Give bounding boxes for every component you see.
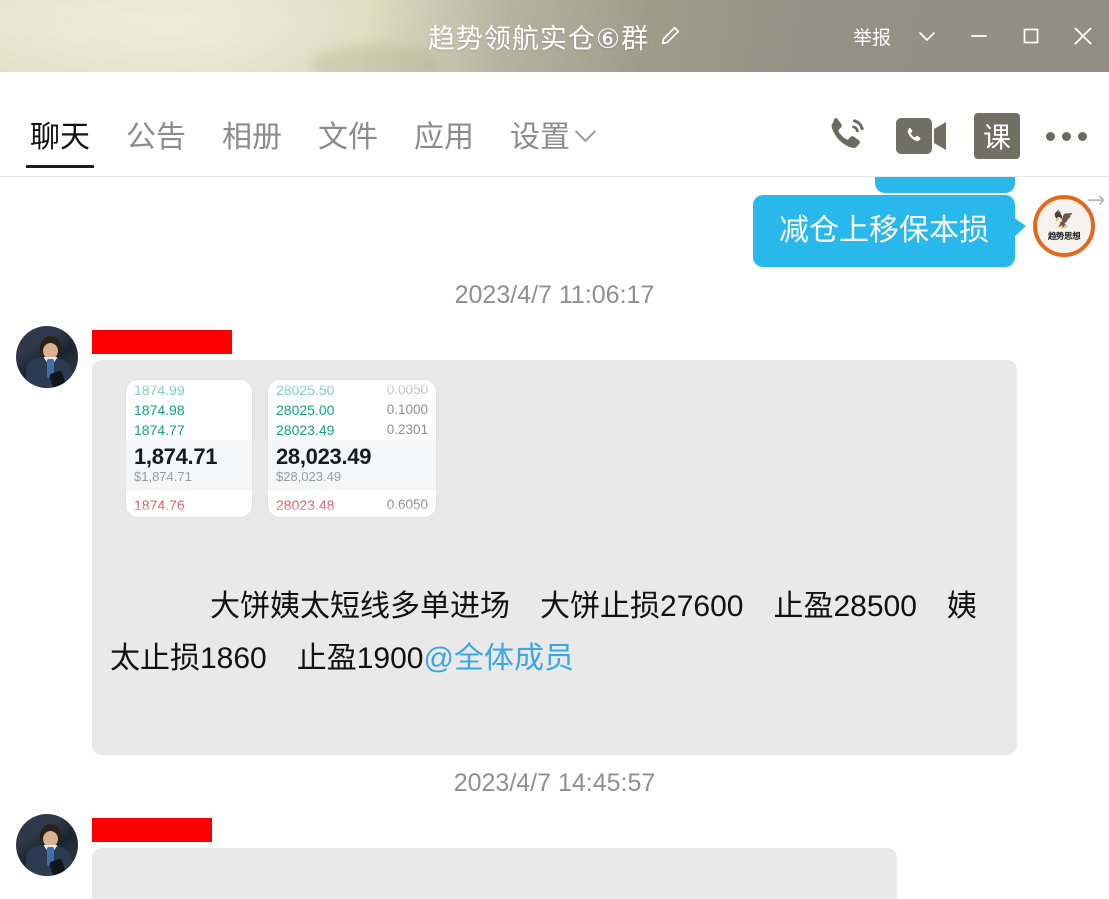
- ask-price: 28025.00: [276, 401, 335, 418]
- pencil-icon[interactable]: [659, 25, 681, 47]
- chat-window: 趋势领航实仓⑥群 举报 聊天 公告 相册 文件 应用 设置 课 ↗ 减仓上移保本…: [0, 0, 1109, 899]
- tab-chat-label: 聊天: [30, 121, 90, 154]
- message-row-incoming: 1874.99 1874.98 1874.77 1,874.71 $1,874.…: [0, 316, 1109, 755]
- orderbook-ask-row: 1874.98: [126, 400, 252, 420]
- tab-chat[interactable]: 聊天: [12, 112, 108, 176]
- minimize-button[interactable]: [953, 0, 1005, 72]
- ask-price: 28023.49: [276, 421, 335, 438]
- bid-price: 1874.76: [134, 496, 185, 513]
- orderbook-bid-row: 1874.76: [126, 495, 252, 515]
- orderbook-card-btc: 28025.50 0.0050 28025.00 0.1000 28023.49…: [268, 379, 436, 517]
- message-row-outgoing: 减仓上移保本损 🦅 趋势思想: [0, 177, 1109, 267]
- tab-apps-label: 应用: [414, 121, 474, 154]
- group-title: 趋势领航实仓⑥群: [427, 23, 650, 54]
- chevron-down-icon[interactable]: [901, 0, 953, 72]
- class-icon[interactable]: 课: [974, 113, 1020, 159]
- orderbook-bid-row: 28023.33 0.0680: [268, 515, 436, 517]
- message-bubble-incoming[interactable]: 大家姨太再1860补仓 止损带再1845一线 止盈不变@全体成员: [92, 847, 897, 899]
- orderbook-mid-price-block: 28,023.49 $28,023.49: [268, 439, 436, 490]
- titlebar-texture: [310, 44, 441, 72]
- avatar-logo: 🦅 趋势思想: [1037, 199, 1091, 253]
- mid-price-usd: $28,023.49: [276, 468, 342, 484]
- window-controls: 举报: [843, 0, 1109, 72]
- dot: [1078, 131, 1087, 141]
- orderbook-ask-row: 1874.99: [126, 380, 252, 400]
- mid-price: 28,023.49: [276, 443, 372, 469]
- report-button[interactable]: 举报: [843, 23, 901, 50]
- orderbook-bid-row: 28023.48 0.6050: [268, 495, 436, 515]
- timestamp-divider: 2023/4/7 14:45:57: [453, 768, 656, 797]
- avatar-photo-part: [43, 342, 58, 359]
- tab-files-label: 文件: [318, 121, 378, 154]
- sender-name-redacted: [92, 817, 212, 842]
- more-options-icon[interactable]: [1046, 131, 1087, 141]
- nav-bar: 聊天 公告 相册 文件 应用 设置 课: [0, 72, 1109, 177]
- orderbook-ask-row: 28023.49 0.2301: [268, 420, 436, 440]
- tab-album-label: 相册: [222, 121, 282, 154]
- tab-album[interactable]: 相册: [204, 112, 300, 176]
- ask-price: 1874.77: [134, 421, 185, 438]
- maximize-button[interactable]: [1005, 0, 1057, 72]
- message-text-block: 大饼姨太短线多单进场 大饼止损27600 止盈28500 姨太止损1860 止盈…: [110, 529, 999, 737]
- avatar-self[interactable]: 🦅 趋势思想: [1033, 195, 1095, 257]
- eagle-icon: 🦅: [1053, 209, 1075, 229]
- orderbook-ask-row: 1874.77: [126, 420, 252, 440]
- mid-price: 1,874.71: [134, 443, 218, 469]
- bid-price: 28023.48: [276, 496, 335, 513]
- close-button[interactable]: [1057, 0, 1109, 72]
- avatar-photo-part: [43, 830, 58, 847]
- message-row-incoming: 大家姨太再1860补仓 止损带再1845一线 止盈不变@全体成员: [0, 804, 1109, 899]
- sender-name-redacted: [92, 329, 232, 354]
- message-text-line2: 1860 止盈1900: [200, 641, 424, 675]
- nav-action-group: 课: [822, 112, 1109, 176]
- ask-qty: 0.0050: [386, 382, 428, 397]
- class-icon-label: 课: [982, 122, 1011, 153]
- message-bubble-outgoing[interactable]: 减仓上移保本损: [753, 195, 1026, 267]
- tab-apps[interactable]: 应用: [396, 112, 492, 176]
- orderbook-card-eth: 1874.99 1874.98 1874.77 1,874.71 $1,874.…: [126, 379, 252, 517]
- ask-price: 1874.99: [134, 381, 185, 398]
- orderbook-mid-price-block: 1,874.71 $1,874.71: [126, 439, 252, 490]
- video-call-icon[interactable]: [896, 115, 948, 157]
- avatar-label: 趋势思想: [1047, 230, 1081, 241]
- message-text-block: 大家姨太再1860补仓 止损带再1845一线 止盈不变@全体成员: [110, 864, 879, 899]
- tab-settings[interactable]: 设置: [492, 112, 611, 176]
- ask-price: 28025.50: [276, 381, 335, 398]
- tab-strip: 聊天 公告 相册 文件 应用 设置: [0, 112, 611, 176]
- titlebar-gradient-wash: [0, 0, 511, 72]
- tab-announcements[interactable]: 公告: [108, 112, 204, 176]
- message-text: 减仓上移保本损: [779, 214, 989, 247]
- voice-call-icon[interactable]: [822, 112, 870, 160]
- orderbook-ask-row: 28025.00 0.1000: [268, 400, 436, 420]
- chevron-down-icon: [574, 120, 597, 142]
- orderbook-image[interactable]: 1874.99 1874.98 1874.77 1,874.71 $1,874.…: [110, 374, 999, 517]
- message-list[interactable]: ↗ 减仓上移保本损 🦅 趋势思想 2023/4/7 11:06:17 1874.…: [0, 177, 1109, 899]
- timestamp-divider: 2023/4/7 11:06:17: [454, 280, 655, 309]
- dot: [1046, 131, 1055, 141]
- tab-announcements-label: 公告: [126, 121, 186, 154]
- dot: [1062, 131, 1071, 141]
- orderbook-ask-row: 28025.50 0.0050: [268, 380, 436, 400]
- tab-files[interactable]: 文件: [300, 112, 396, 176]
- ask-qty: 0.1000: [386, 402, 428, 417]
- ask-price: 1874.98: [134, 401, 185, 418]
- mid-price-usd: $1,874.71: [134, 468, 192, 484]
- avatar-sender[interactable]: [16, 325, 78, 388]
- message-bubble-incoming[interactable]: 1874.99 1874.98 1874.77 1,874.71 $1,874.…: [92, 359, 1017, 755]
- ask-qty: 0.2301: [386, 422, 428, 437]
- window-titlebar: 趋势领航实仓⑥群 举报: [0, 0, 1109, 72]
- bid-qty: 0.6050: [386, 497, 428, 513]
- mention-all-link[interactable]: @全体成员: [423, 642, 573, 675]
- tab-settings-label: 设置: [510, 121, 570, 154]
- message-column: 1874.99 1874.98 1874.77 1,874.71 $1,874.…: [92, 326, 1017, 755]
- avatar-sender[interactable]: [16, 813, 78, 876]
- message-column: 大家姨太再1860补仓 止损带再1845一线 止盈不变@全体成员: [92, 814, 897, 899]
